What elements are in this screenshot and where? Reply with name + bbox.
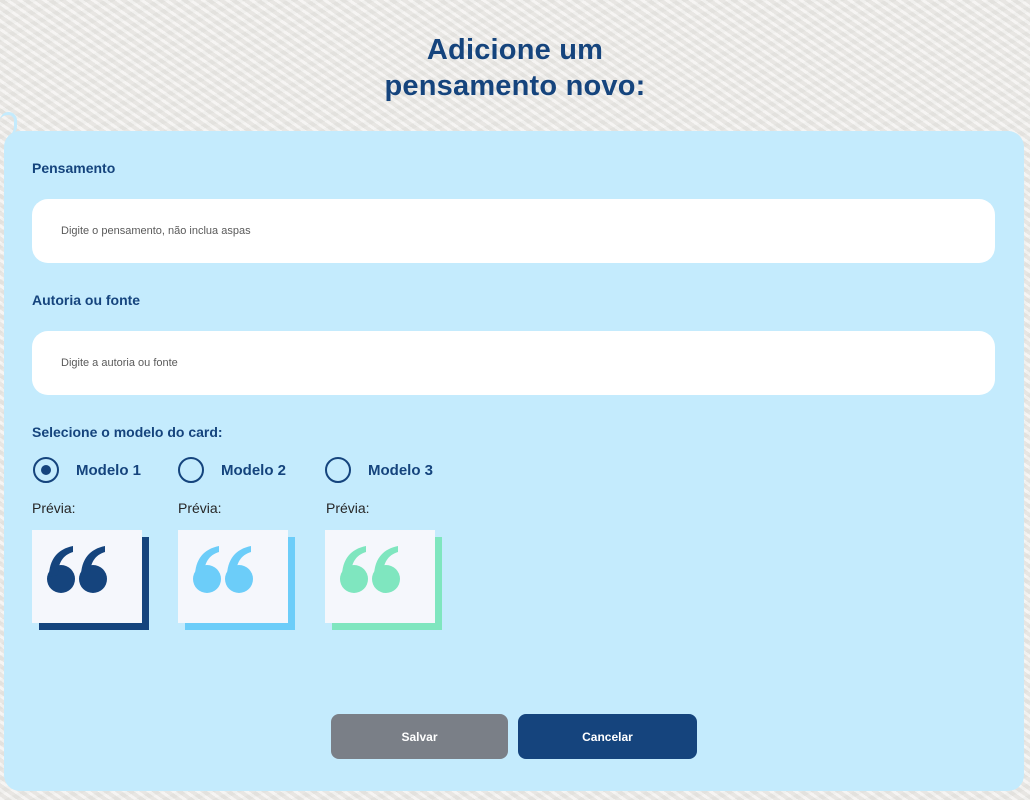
- page-title: Adicione um pensamento novo:: [0, 32, 1030, 104]
- model-option-1[interactable]: Modelo 1: [33, 455, 141, 485]
- model-select-label: Selecione o modelo do card:: [32, 424, 223, 440]
- model-option-3[interactable]: Modelo 3: [325, 455, 433, 485]
- preview-1-label: Prévia:: [32, 500, 76, 516]
- model-3-label[interactable]: Modelo 3: [368, 462, 433, 479]
- quote-icon: [340, 546, 400, 593]
- preview-2-label: Prévia:: [178, 500, 222, 516]
- model-1-radio[interactable]: [33, 457, 59, 483]
- model-2-label[interactable]: Modelo 2: [221, 462, 286, 479]
- preview-card-2: [178, 530, 288, 623]
- author-input[interactable]: [32, 331, 995, 395]
- preview-3-label: Prévia:: [326, 500, 370, 516]
- model-1-label[interactable]: Modelo 1: [76, 462, 141, 479]
- thought-label: Pensamento: [32, 160, 116, 176]
- save-button[interactable]: Salvar: [331, 714, 508, 759]
- thought-input[interactable]: [32, 199, 995, 263]
- author-label: Autoria ou fonte: [32, 292, 141, 308]
- model-2-radio[interactable]: [178, 457, 204, 483]
- quote-icon: [47, 546, 107, 593]
- page-title-line-2: pensamento novo:: [384, 70, 646, 102]
- preview-card-1: [32, 530, 142, 623]
- model-3-radio[interactable]: [325, 457, 351, 483]
- page-title-line-1: Adicione um: [426, 34, 604, 66]
- cancel-button[interactable]: Cancelar: [518, 714, 697, 759]
- model-option-2[interactable]: Modelo 2: [178, 455, 286, 485]
- preview-card-3: [325, 530, 435, 623]
- quote-icon: [193, 546, 253, 593]
